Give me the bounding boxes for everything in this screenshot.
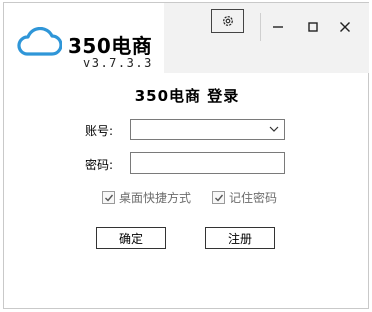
password-label: 密码: — [85, 158, 114, 172]
remember-password-label: 记住密码 — [229, 191, 278, 205]
gear-icon — [222, 16, 233, 26]
minimize-icon — [273, 26, 283, 28]
check-icon — [104, 194, 113, 202]
account-select[interactable] — [130, 119, 285, 140]
maximize-button[interactable] — [303, 17, 323, 37]
settings-button[interactable] — [211, 9, 244, 33]
cloud-icon — [17, 27, 62, 56]
titlebar-background — [164, 3, 369, 73]
desktop-shortcut-checkbox-row[interactable]: 桌面快捷方式 — [102, 189, 191, 206]
chevron-down-icon — [269, 126, 279, 132]
desktop-shortcut-label: 桌面快捷方式 — [119, 191, 192, 205]
app-version: v3.7.3.3 — [83, 56, 153, 70]
check-icon — [214, 194, 223, 202]
remember-password-checkbox-row[interactable]: 记住密码 — [212, 189, 277, 206]
close-button[interactable] — [335, 17, 355, 37]
register-button[interactable]: 注册 — [205, 227, 275, 249]
login-window: 350电商 v3.7.3.3 350电商 登录 账号: 密码: 桌面快捷方式 记… — [3, 2, 369, 309]
account-label: 账号: — [85, 124, 114, 138]
maximize-icon — [308, 22, 318, 32]
app-name: 350电商 — [68, 34, 153, 58]
remember-password-checkbox[interactable] — [212, 191, 225, 204]
desktop-shortcut-checkbox[interactable] — [102, 191, 115, 204]
close-icon — [340, 22, 350, 32]
login-title: 350电商 登录 — [134, 87, 240, 105]
titlebar-divider — [260, 13, 261, 41]
minimize-button[interactable] — [268, 17, 288, 37]
password-field[interactable] — [130, 152, 285, 174]
confirm-button[interactable]: 确定 — [96, 227, 166, 249]
account-value — [131, 131, 139, 135]
